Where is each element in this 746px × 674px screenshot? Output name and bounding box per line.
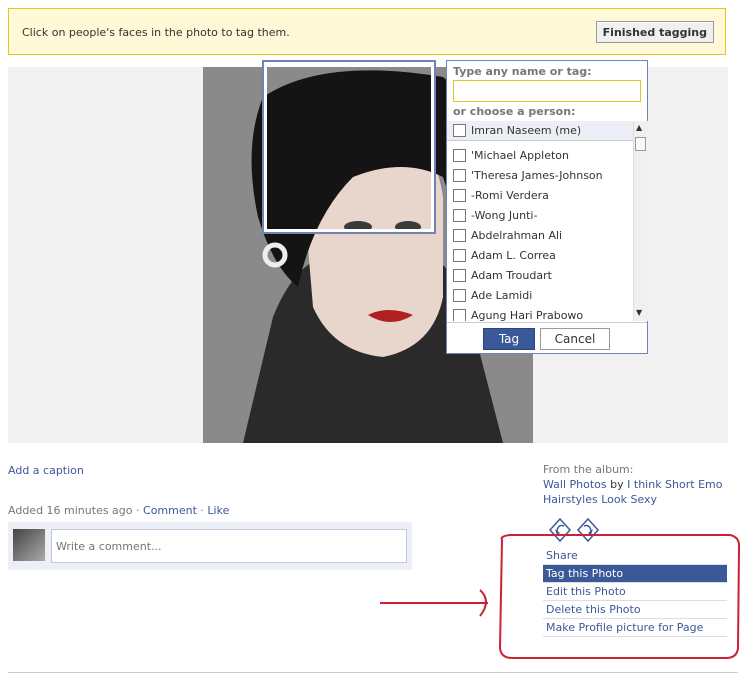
divider xyxy=(8,672,738,673)
annotation-circle xyxy=(498,534,741,659)
annotation-overlay xyxy=(380,534,741,659)
